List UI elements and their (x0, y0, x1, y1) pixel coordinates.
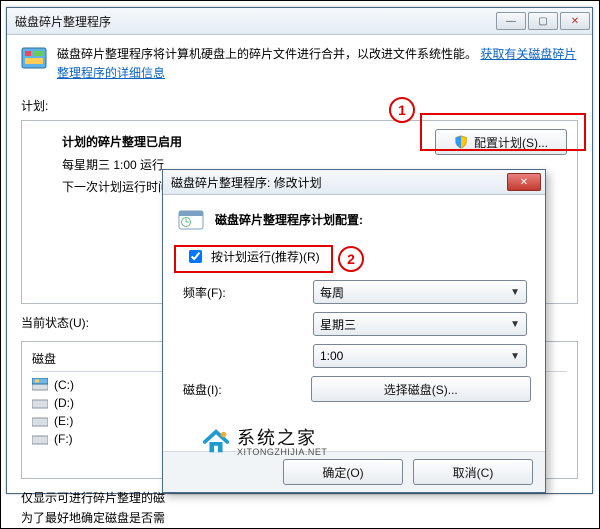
time-select[interactable]: 1:00 ▼ (313, 344, 527, 368)
drive-label: (F:) (54, 432, 73, 446)
dialog-footer: 确定(O) 取消(C) (163, 451, 545, 492)
cancel-button[interactable]: 取消(C) (413, 459, 533, 485)
drive-icon (32, 396, 48, 410)
chevron-down-icon: ▼ (510, 319, 520, 330)
frequency-select[interactable]: 每周 ▼ (313, 280, 527, 304)
dialog-title: 磁盘碎片整理程序: 修改计划 (171, 174, 322, 191)
drive-icon (32, 414, 48, 428)
main-window-title: 磁盘碎片整理程序 (15, 13, 111, 30)
time-row: 1:00 ▼ (177, 344, 531, 368)
frequency-label: 频率(F): (177, 284, 313, 301)
minimize-button[interactable]: — (496, 12, 526, 30)
dialog-close-button[interactable]: ✕ (507, 173, 541, 191)
dialog-header: 磁盘碎片整理程序计划配置: (177, 205, 531, 233)
configure-schedule-button[interactable]: 配置计划(S)... (435, 129, 567, 155)
frequency-row: 频率(F): 每周 ▼ (177, 280, 531, 304)
maximize-button[interactable]: ▢ (528, 12, 558, 30)
chevron-down-icon: ▼ (510, 351, 520, 362)
intro-description: 磁盘碎片整理程序将计算机硬盘上的碎片文件进行合并，以改进文件系统性能。 (57, 47, 477, 61)
frequency-value: 每周 (320, 284, 344, 301)
disk-label: 磁盘(I): (177, 381, 311, 398)
defrag-icon (21, 45, 47, 83)
drive-icon (32, 378, 48, 392)
time-value: 1:00 (320, 349, 343, 363)
dialog-body: 磁盘碎片整理程序计划配置: 按计划运行(推荐)(R) 频率(F): 每周 ▼ 星… (163, 195, 545, 402)
drive-label: (E:) (54, 414, 73, 428)
footer-line2: 为了最好地确定磁盘是否需 (21, 509, 592, 528)
drive-icon (32, 432, 48, 446)
day-select[interactable]: 星期三 ▼ (313, 312, 527, 336)
day-value: 星期三 (320, 316, 356, 333)
intro-row: 磁盘碎片整理程序将计算机硬盘上的碎片文件进行合并，以改进文件系统性能。 获取有关… (21, 45, 578, 83)
select-disks-label: 选择磁盘(S)... (384, 381, 458, 398)
ok-button[interactable]: 确定(O) (283, 459, 403, 485)
schedule-icon (177, 205, 205, 233)
day-row: 星期三 ▼ (177, 312, 531, 336)
run-on-schedule-row: 按计划运行(推荐)(R) (185, 247, 531, 266)
drive-label: (C:) (54, 378, 74, 392)
intro-text: 磁盘碎片整理程序将计算机硬盘上的碎片文件进行合并，以改进文件系统性能。 获取有关… (57, 45, 578, 83)
window-controls: — ▢ ✕ (496, 12, 590, 30)
footer-note: 仅显示可进行碎片整理的磁 为了最好地确定磁盘是否需 (21, 489, 592, 527)
schedule-section-label: 计划: (21, 97, 578, 114)
modify-schedule-dialog: 磁盘碎片整理程序: 修改计划 ✕ 磁盘碎片整理程序计划配置: 按计划运行(推荐)… (162, 169, 546, 493)
disk-row: 磁盘(I): 选择磁盘(S)... (177, 376, 531, 402)
drive-label: (D:) (54, 396, 74, 410)
run-on-schedule-label: 按计划运行(推荐)(R) (211, 248, 320, 265)
dialog-titlebar: 磁盘碎片整理程序: 修改计划 ✕ (163, 170, 545, 195)
shield-icon (454, 135, 468, 149)
main-titlebar: 磁盘碎片整理程序 — ▢ ✕ (7, 8, 592, 35)
dialog-header-text: 磁盘碎片整理程序计划配置: (215, 211, 363, 228)
chevron-down-icon: ▼ (510, 287, 520, 298)
close-button[interactable]: ✕ (560, 12, 590, 30)
select-disks-button[interactable]: 选择磁盘(S)... (311, 376, 531, 402)
configure-button-label: 配置计划(S)... (474, 134, 548, 151)
run-on-schedule-checkbox[interactable] (189, 250, 202, 263)
